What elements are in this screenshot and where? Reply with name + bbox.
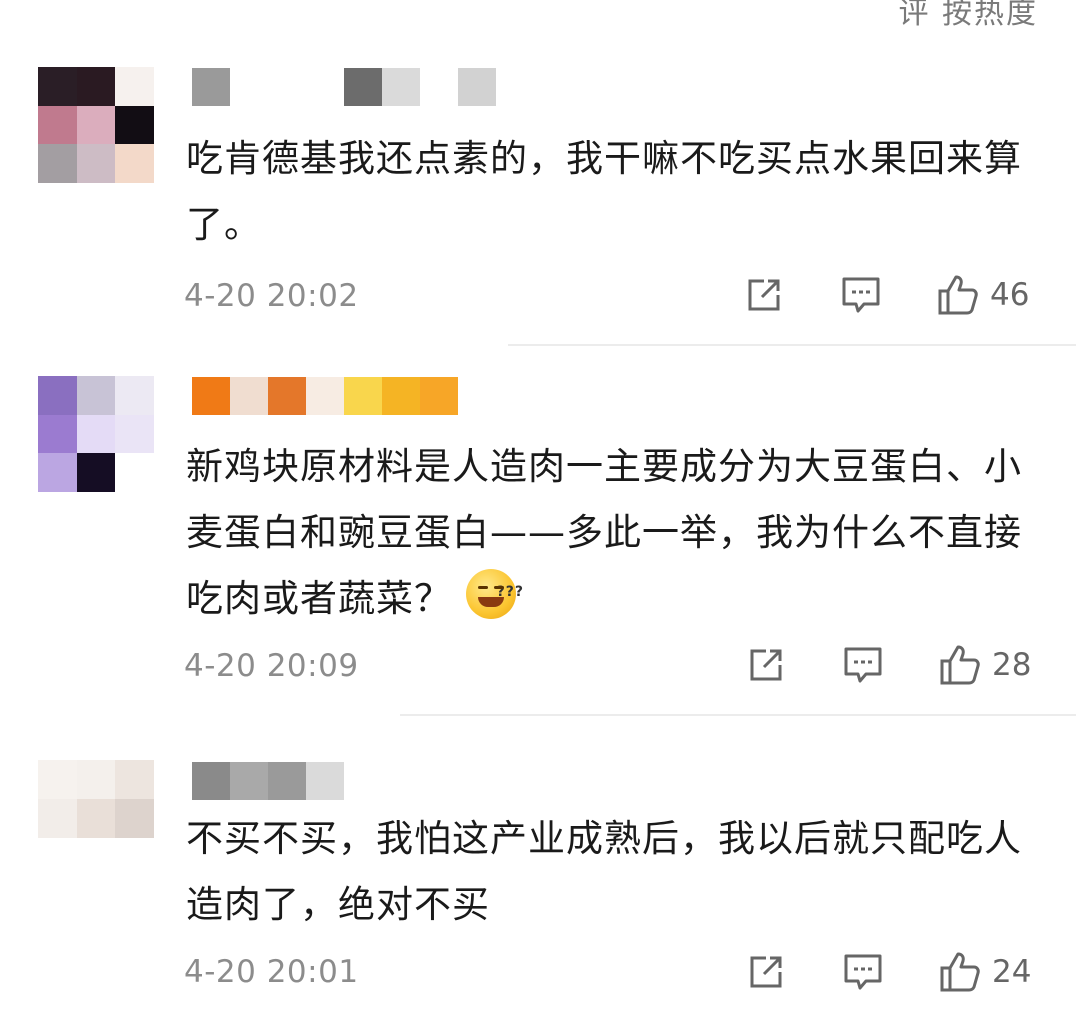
confused-face-emoji: ??? (466, 569, 523, 619)
timestamp: 4-20 20:01 (184, 954, 359, 990)
share-button[interactable] (746, 950, 786, 994)
share-button[interactable] (744, 273, 784, 317)
share-icon (750, 649, 782, 681)
timestamp: 4-20 20:02 (184, 278, 359, 314)
avatar[interactable] (38, 760, 154, 838)
comment-actions: 24 (740, 950, 1050, 994)
comment-icon (842, 277, 880, 313)
share-button[interactable] (746, 643, 786, 687)
thumbs-up-icon (940, 952, 980, 992)
like-button[interactable]: 28 (938, 643, 1031, 687)
thumbs-up-icon (940, 645, 980, 685)
thumbs-up-icon (938, 275, 978, 315)
reply-button[interactable] (842, 950, 884, 994)
like-count: 24 (992, 954, 1032, 990)
like-count: 28 (992, 647, 1032, 683)
comment-text: 新鸡块原材料是人造肉一主要成分为大豆蛋白、小麦蛋白和豌豆蛋白——多此一举，我为什… (186, 434, 1036, 632)
comment-actions: 46 (740, 273, 1050, 317)
comment-text-body: 新鸡块原材料是人造肉一主要成分为大豆蛋白、小麦蛋白和豌豆蛋白——多此一举，我为什… (186, 445, 1022, 620)
like-button[interactable]: 24 (938, 950, 1031, 994)
username[interactable] (192, 377, 458, 415)
reply-button[interactable] (840, 273, 882, 317)
comment-text: 不买不买，我怕这产业成熟后，我以后就只配吃人造肉了，绝对不买 (186, 817, 1022, 926)
sort-header[interactable]: 评 按热度 (898, 0, 1038, 32)
comment-actions: 28 (740, 643, 1050, 687)
reply-button[interactable] (842, 643, 884, 687)
avatar[interactable] (38, 376, 154, 492)
avatar[interactable] (38, 67, 154, 183)
share-icon (748, 279, 780, 311)
comment-text: 吃肯德基我还点素的，我干嘛不吃买点水果回来算了。 (186, 137, 1022, 246)
divider (400, 714, 1076, 716)
divider (508, 344, 1076, 346)
comment-icon (844, 647, 882, 683)
username[interactable] (192, 68, 496, 106)
like-count: 46 (990, 277, 1030, 313)
like-button[interactable]: 46 (936, 273, 1029, 317)
timestamp: 4-20 20:09 (184, 648, 359, 684)
username[interactable] (192, 762, 344, 800)
share-icon (750, 956, 782, 988)
comment-icon (844, 954, 882, 990)
